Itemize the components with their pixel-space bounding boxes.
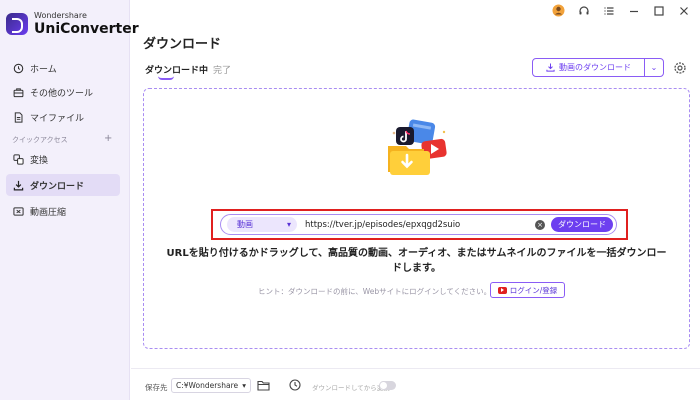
sidebar-item-video-compress[interactable]: 動画圧縮 [6,200,120,222]
video-download-button[interactable]: 動画のダウンロード [533,59,645,76]
uniconverter-logo-icon [6,13,28,35]
instruction-text: URLを貼り付けるかドラッグして、高品質の動画、オーディオ、またはサムネイルのフ… [166,248,667,274]
file-icon [12,111,24,123]
schedule-clock-icon[interactable] [289,379,301,391]
download-illustration-icon [388,119,447,175]
login-register-button[interactable]: ログイン/登録 [490,282,565,298]
quick-access-label: クイックアクセス [12,136,68,144]
toolbox-icon [12,86,24,98]
save-location-value: C:¥Wondershare [176,381,239,390]
sidebar: Wondershare UniConverter ホーム その他のツール マイフ… [0,0,139,400]
sidebar-item-home[interactable]: ホーム [6,57,120,79]
brand-company: Wondershare [34,11,87,20]
video-download-button-group: 動画のダウンロード ⌄ [532,58,664,77]
download-icon [12,179,24,191]
maximize-icon[interactable] [652,4,665,17]
menu-icon[interactable] [602,4,615,17]
sidebar-item-label: マイファイル [30,113,85,124]
save-location-select[interactable]: C:¥Wondershare ▾ [171,378,251,393]
video-download-label: 動画のダウンロード [559,63,631,72]
footer-divider [131,368,700,369]
url-download-button[interactable]: ダウンロード [551,217,613,232]
url-bar: 動画 ▾ × ダウンロード [220,214,617,235]
user-icon[interactable] [552,4,565,17]
media-type-value: 動画 [237,220,253,229]
open-folder-icon[interactable] [257,380,270,391]
chevron-down-icon: ▾ [242,381,246,390]
titlebar-controls [552,4,690,17]
brand-product: UniConverter [34,21,139,37]
tab-downloading[interactable]: ダウンロード中 [145,63,208,76]
youtube-icon [497,286,507,294]
active-tab-indicator [158,76,174,80]
sidebar-item-download[interactable]: ダウンロード [6,174,120,196]
url-input[interactable] [305,217,535,232]
close-icon[interactable] [677,4,690,17]
settings-gear-icon[interactable] [673,61,687,75]
page-title: ダウンロード [143,37,222,52]
quick-access-add-button[interactable]: + [104,133,112,144]
login-register-label: ログイン/登録 [509,285,558,295]
sidebar-item-other-tools[interactable]: その他のツール [6,81,120,103]
minimize-icon[interactable] [627,4,640,17]
sidebar-item-label: 変換 [30,155,49,166]
sidebar-item-convert[interactable]: 変換 [6,148,120,170]
compress-icon [12,205,24,217]
sidebar-item-label: ホーム [30,64,57,75]
media-type-select[interactable]: 動画 ▾ [227,217,297,232]
save-location-label: 保存先 [145,383,168,392]
sidebar-item-my-files[interactable]: マイファイル [6,106,120,128]
download-icon [546,63,555,72]
chevron-down-icon: ▾ [286,220,291,229]
home-icon [12,62,24,74]
headset-icon[interactable] [577,4,590,17]
tab-completed[interactable]: 完了 [213,63,231,76]
sidebar-item-label: ダウンロード [30,181,85,192]
brand: Wondershare UniConverter [6,12,139,36]
clear-url-icon[interactable]: × [535,219,545,230]
video-download-dropdown[interactable]: ⌄ [645,59,663,76]
convert-after-download-toggle[interactable] [379,381,396,390]
sidebar-item-label: その他のツール [30,88,94,99]
convert-icon [12,153,24,165]
login-hint-text: ヒント：ダウンロードの前に、Webサイトにログインしてください。 [258,287,492,296]
sidebar-item-label: 動画圧縮 [30,207,67,218]
